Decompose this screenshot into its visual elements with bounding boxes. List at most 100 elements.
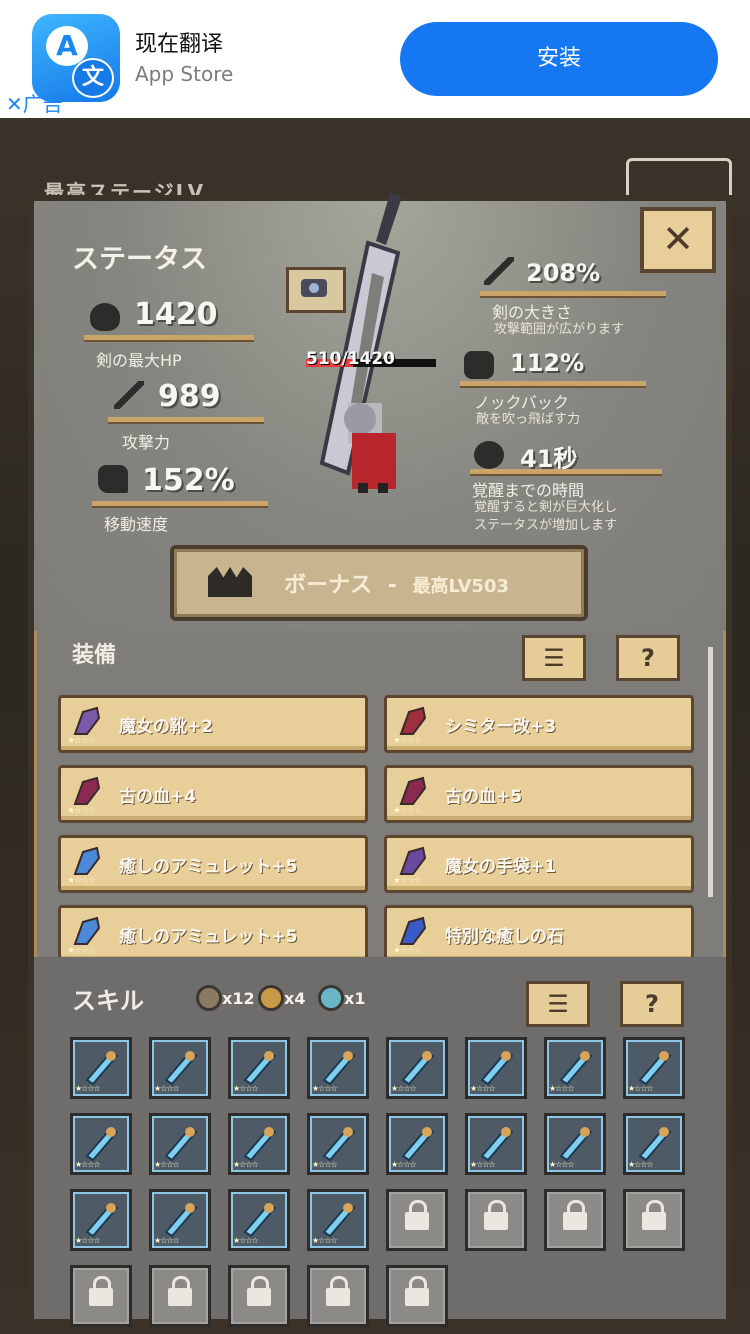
skill-slot[interactable]: ★☆☆☆ (623, 1113, 685, 1175)
locked-skill-slot[interactable] (544, 1189, 606, 1251)
knockback-desc: 敵を吹っ飛ばす力 (476, 412, 581, 427)
glove-icon (395, 844, 431, 880)
awaken-time-desc-2: ステータスが増加します (474, 518, 618, 533)
cyan-coin-icon (318, 985, 344, 1011)
equipment-scrollbar[interactable] (708, 647, 713, 897)
max-hp-label: 剣の最大HP (96, 351, 182, 370)
axe-skill-icon (555, 1046, 595, 1086)
skill-stars: ★☆☆☆ (233, 1084, 259, 1093)
bronze-coin-icon (196, 985, 222, 1011)
skill-stars: ★☆☆☆ (312, 1084, 338, 1093)
knockback-value: 112% (510, 349, 585, 377)
lock-icon (247, 1276, 271, 1306)
axe-skill-icon (160, 1198, 200, 1238)
locked-skill-slot[interactable] (307, 1265, 369, 1327)
skill-stars: ★☆☆☆ (154, 1084, 180, 1093)
equipment-item-name: 癒しのアミュレット+5 (119, 927, 298, 947)
skill-stars: ★☆☆☆ (549, 1084, 575, 1093)
skill-list-button[interactable]: ☰ (526, 981, 590, 1027)
locked-skill-slot[interactable] (623, 1189, 685, 1251)
equipment-item[interactable]: ★☆☆☆ 魔女の靴+2 (58, 695, 368, 753)
locked-skill-slot[interactable] (149, 1265, 211, 1327)
equipment-item[interactable]: ★☆☆☆ 魔女の手袋+1 (384, 835, 694, 893)
skill-slot[interactable]: ★☆☆☆ (465, 1113, 527, 1175)
sword-size-bar (480, 291, 666, 298)
install-button[interactable]: 安装 (400, 22, 718, 96)
scroll-skill-icon (397, 1122, 437, 1162)
amulet-icon (69, 914, 105, 950)
skill-help-button[interactable]: ? (620, 981, 684, 1027)
skill-slot[interactable]: ★☆☆☆ (307, 1189, 369, 1251)
ad-close-button[interactable]: ✕广告 (6, 88, 63, 117)
scroll-skill-icon (634, 1046, 674, 1086)
close-button[interactable]: ✕ (640, 207, 716, 273)
locked-skill-slot[interactable] (228, 1265, 290, 1327)
skill-slot[interactable]: ★☆☆☆ (228, 1037, 290, 1099)
lock-icon (405, 1276, 429, 1306)
equipment-item[interactable]: ★☆☆☆ 特別な癒しの石 (384, 905, 694, 959)
skill-slot[interactable]: ★☆☆☆ (386, 1037, 448, 1099)
bonus-text: ボーナス - 最高LV503 (284, 567, 509, 599)
skill-slot[interactable]: ★☆☆☆ (228, 1113, 290, 1175)
equipment-item-name: 癒しのアミュレット+5 (119, 857, 298, 877)
translate-icon-b: 文 (72, 58, 114, 98)
sword-skill-icon (555, 1122, 595, 1162)
skill-slot[interactable]: ★☆☆☆ (386, 1113, 448, 1175)
skill-slot[interactable]: ★☆☆☆ (307, 1037, 369, 1099)
locked-skill-slot[interactable] (386, 1189, 448, 1251)
ad-banner[interactable]: A 文 ✕广告 现在翻译 App Store 安装 (0, 0, 750, 118)
equipment-item-name: 古の血+5 (445, 787, 523, 807)
skill-slot[interactable]: ★☆☆☆ (70, 1113, 132, 1175)
locked-skill-slot[interactable] (386, 1265, 448, 1327)
bonus-button[interactable]: ボーナス - 最高LV503 (170, 545, 588, 621)
knockback-bar (460, 381, 646, 388)
lock-icon (326, 1276, 350, 1306)
equipment-stars: ★☆☆☆ (67, 806, 96, 816)
skill-slot[interactable]: ★☆☆☆ (623, 1037, 685, 1099)
equipment-item[interactable]: ★☆☆☆ 古の血+4 (58, 765, 368, 823)
sword-size-label: 剣の大きさ (492, 303, 573, 322)
sword-size-value: 208% (526, 259, 601, 287)
gold-coin-icon (258, 985, 284, 1011)
skill-slot[interactable]: ★☆☆☆ (149, 1037, 211, 1099)
equipment-item[interactable]: ★☆☆☆ シミター改+3 (384, 695, 694, 753)
awaken-time-desc: 覚醒すると剣が巨大化し (474, 500, 618, 515)
move-speed-value: 152% (142, 463, 235, 498)
equipment-stars: ★☆☆☆ (67, 876, 96, 886)
skill-slot[interactable]: ★☆☆☆ (149, 1113, 211, 1175)
lock-icon (484, 1200, 508, 1230)
skill-stars: ★☆☆☆ (75, 1236, 101, 1245)
skill-slot[interactable]: ★☆☆☆ (149, 1189, 211, 1251)
skill-slot[interactable]: ★☆☆☆ (544, 1113, 606, 1175)
skill-slot[interactable]: ★☆☆☆ (228, 1189, 290, 1251)
skill-slot[interactable]: ★☆☆☆ (307, 1113, 369, 1175)
scroll-skill-icon (81, 1122, 121, 1162)
max-hp-bar (84, 335, 254, 342)
bow-skill-icon (239, 1046, 279, 1086)
scroll-skill-icon (239, 1198, 279, 1238)
skill-slot[interactable]: ★☆☆☆ (544, 1037, 606, 1099)
bronze-coin-count: x12 (222, 989, 255, 1008)
hero-sword-illustration (319, 193, 402, 493)
skill-slot[interactable]: ★☆☆☆ (70, 1037, 132, 1099)
equipment-stars: ★☆☆☆ (67, 946, 96, 956)
sword-size-desc: 攻撃範囲が広がります (494, 322, 625, 337)
splash-skill-icon (318, 1122, 358, 1162)
ad-app-name: 现在翻译 (135, 32, 224, 57)
locked-skill-slot[interactable] (70, 1265, 132, 1327)
equipment-help-button[interactable]: ? (616, 635, 680, 681)
lock-icon (89, 1276, 113, 1306)
wand-skill-icon (318, 1198, 358, 1238)
gem-skill-icon (81, 1198, 121, 1238)
equipment-stars: ★☆☆☆ (393, 806, 422, 816)
status-section: ステータス 1420 剣の最大HP 989 攻撃力 152% 移動速度 510/… (34, 193, 726, 631)
skill-slot[interactable]: ★☆☆☆ (70, 1189, 132, 1251)
blood-icon (69, 774, 105, 810)
skill-stars: ★☆☆☆ (391, 1084, 417, 1093)
equipment-item[interactable]: ★☆☆☆ 癒しのアミュレット+5 (58, 835, 368, 893)
skill-slot[interactable]: ★☆☆☆ (465, 1037, 527, 1099)
equipment-item[interactable]: ★☆☆☆ 癒しのアミュレット+5 (58, 905, 368, 959)
equipment-list-button[interactable]: ☰ (522, 635, 586, 681)
locked-skill-slot[interactable] (465, 1189, 527, 1251)
equipment-item[interactable]: ★☆☆☆ 古の血+5 (384, 765, 694, 823)
